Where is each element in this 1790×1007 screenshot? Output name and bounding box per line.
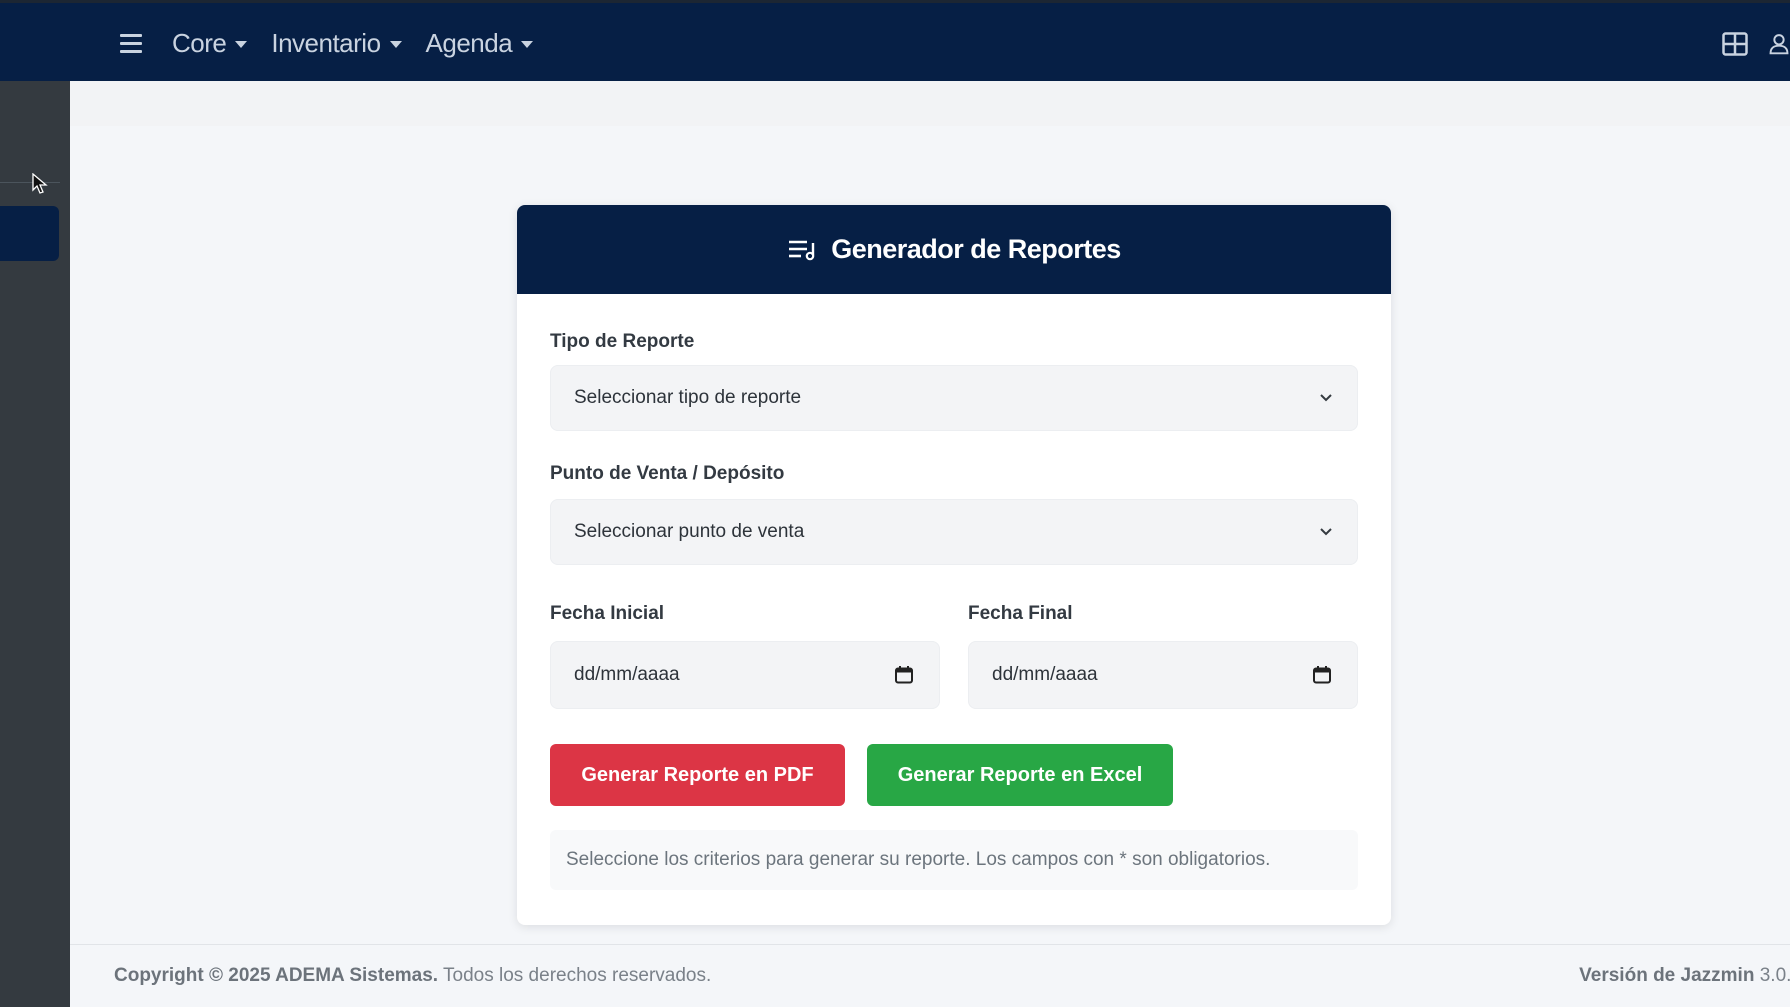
fecha-final-input[interactable]: dd/mm/aaaa (968, 641, 1358, 709)
report-generator-card: Generador de Reportes Tipo de Reporte Se… (517, 205, 1391, 925)
generate-excel-button[interactable]: Generar Reporte en Excel (867, 744, 1173, 806)
fecha-inicial-label: Fecha Inicial (550, 603, 665, 624)
generate-pdf-button[interactable]: Generar Reporte en PDF (550, 744, 845, 806)
nav-item-label: Agenda (425, 28, 513, 58)
sidebar-divider (0, 182, 60, 183)
fecha-final-label: Fecha Final (968, 603, 1073, 624)
footer-copyright: Copyright © 2025 ADEMA Sistemas. Todos l… (114, 965, 711, 987)
info-message: Seleccione los criterios para generar su… (550, 830, 1358, 890)
nav-item-core[interactable]: Core (172, 28, 248, 59)
hamburger-icon[interactable] (120, 29, 154, 59)
top-navbar: Core Inventario Agenda (0, 0, 1790, 81)
tipo-reporte-select[interactable]: Seleccionar tipo de reporte (550, 365, 1358, 431)
calendar-icon[interactable] (1312, 665, 1332, 685)
nav-item-label: Core (172, 28, 227, 58)
card-header: Generador de Reportes (517, 205, 1391, 294)
fecha-inicial-placeholder: dd/mm/aaaa (574, 664, 680, 685)
tipo-reporte-value: Seleccionar tipo de reporte (574, 387, 802, 408)
sidebar (0, 81, 70, 1007)
punto-venta-label: Punto de Venta / Depósito (550, 463, 785, 484)
nav-item-inventario[interactable]: Inventario (271, 28, 402, 59)
nav-item-label: Inventario (271, 28, 381, 58)
tipo-reporte-label: Tipo de Reporte (550, 331, 695, 352)
navbar-right-icons (1720, 3, 1790, 84)
nav-item-agenda[interactable]: Agenda (426, 28, 534, 59)
calendar-icon[interactable] (894, 665, 914, 685)
content-header (70, 81, 1790, 126)
footer: Copyright © 2025 ADEMA Sistemas. Todos l… (70, 944, 1790, 1007)
card-title: Generador de Reportes (831, 234, 1121, 264)
copyright-rights: Todos los derechos reservados. (443, 965, 712, 986)
caret-down-icon (235, 41, 248, 48)
version-label: Versión de Jazzmin (1579, 965, 1755, 986)
chevron-down-icon (1320, 528, 1332, 536)
fecha-final-placeholder: dd/mm/aaaa (992, 664, 1098, 685)
report-list-icon (789, 240, 815, 260)
copyright-company: Copyright © 2025 ADEMA Sistemas. (114, 965, 439, 986)
caret-down-icon (389, 41, 402, 48)
fecha-inicial-input[interactable]: dd/mm/aaaa (550, 641, 940, 709)
main-nav: Core Inventario Agenda (120, 3, 557, 84)
mouse-cursor-icon (32, 172, 48, 200)
footer-version: Versión de Jazzmin 3.0.1 (1579, 965, 1790, 987)
punto-venta-value: Seleccionar punto de venta (574, 521, 805, 542)
caret-down-icon (521, 41, 534, 48)
version-number: 3.0.1 (1759, 965, 1790, 986)
sidebar-item-active[interactable] (0, 206, 59, 261)
chevron-down-icon (1320, 394, 1332, 402)
grid-icon[interactable] (1720, 29, 1750, 59)
user-icon[interactable] (1768, 29, 1790, 59)
punto-venta-select[interactable]: Seleccionar punto de venta (550, 499, 1358, 565)
